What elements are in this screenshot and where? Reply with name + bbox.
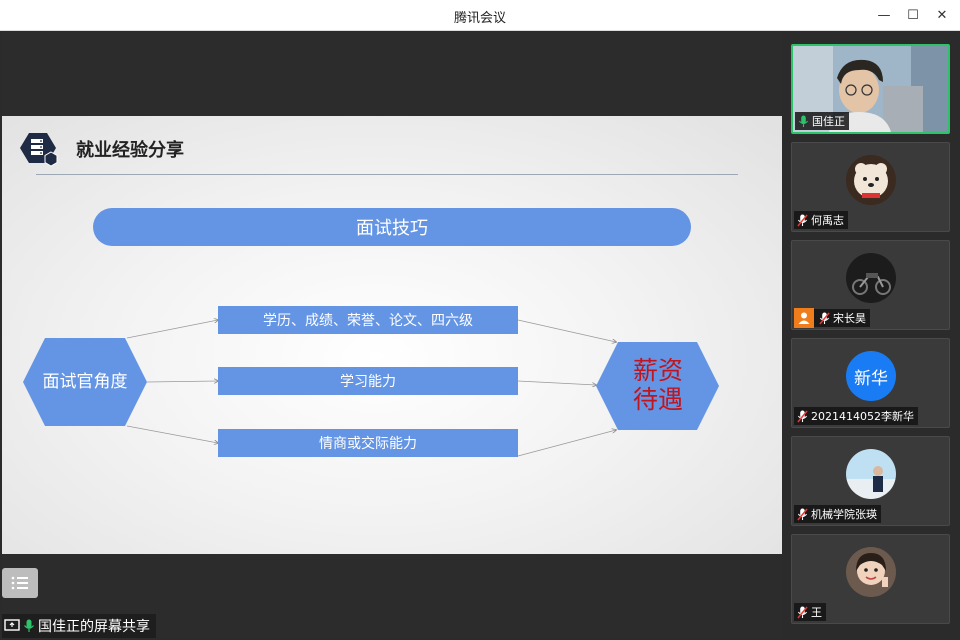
window-titlebar: 腾讯会议 — ☐ ✕ [0, 0, 960, 31]
screen-share-label-text: 国佳正的屏幕共享 [38, 619, 150, 635]
participant-name: 国佳正 [812, 115, 845, 128]
item-text-1: 学历、成绩、荣誉、论文、四六级 [263, 313, 473, 329]
participant-tile[interactable]: 王 [791, 534, 950, 624]
participant-name-tag: 2021414052李新华 [794, 407, 918, 425]
participant-tile[interactable]: 新华 2021414052李新华 [791, 338, 950, 428]
item-text-3: 情商或交际能力 [319, 436, 417, 452]
avatar [846, 547, 896, 597]
item-box-1: 学历、成绩、荣誉、论文、四六级 [218, 306, 518, 334]
mic-muted-icon [797, 508, 808, 520]
participant-tile[interactable]: 国佳正 [791, 44, 950, 134]
participant-tile[interactable]: 机械学院张瑛 [791, 436, 950, 526]
avatar [846, 155, 896, 205]
participant-name: 何禹志 [811, 214, 844, 227]
mic-on-icon [798, 115, 809, 127]
item-box-3: 情商或交际能力 [218, 429, 518, 457]
avatar [846, 253, 896, 303]
participant-tile[interactable]: 宋长昊 [791, 240, 950, 330]
screen-share-area[interactable]: 就业经验分享 面试技巧 面试官角度 学历、成绩、荣誉、论文、四六级 学习能力 情… [2, 32, 782, 638]
pill-heading: 面试技巧 [93, 208, 691, 246]
right-hexagon-line-1: 薪资 [632, 356, 683, 386]
maximize-button[interactable]: ☐ [900, 4, 926, 26]
mic-muted-icon [797, 410, 808, 422]
participant-name-tag: 王 [794, 603, 826, 621]
right-hexagon-line-2: 待遇 [632, 385, 683, 414]
participant-name: 宋长昊 [833, 312, 866, 325]
avatar [846, 449, 896, 499]
presentation-slide: 就业经验分享 面试技巧 面试官角度 学历、成绩、荣誉、论文、四六级 学习能力 情… [2, 116, 782, 598]
participant-name-tag: 机械学院张瑛 [794, 505, 881, 523]
person-icon [798, 312, 810, 324]
mic-on-icon [24, 619, 34, 632]
left-hexagon-text: 面试官角度 [42, 371, 128, 392]
participant-name: 2021414052李新华 [811, 410, 914, 423]
host-badge [794, 308, 814, 328]
participants-panel[interactable]: 国佳正 何禹志 宋长昊 新华 2021414052李新华 机械学院张瑛 王 [782, 32, 960, 640]
avatar: 新华 [846, 351, 896, 401]
item-text-2: 学习能力 [340, 374, 396, 390]
screen-share-label: 国佳正的屏幕共享 [2, 614, 156, 638]
connector-arrows [126, 116, 782, 457]
slide-title: 就业经验分享 [76, 140, 184, 161]
participant-name-tag: 国佳正 [795, 112, 849, 130]
server-icon [20, 133, 58, 167]
title-divider [36, 174, 738, 175]
participant-name: 王 [811, 606, 822, 619]
pill-heading-text: 面试技巧 [356, 218, 428, 239]
right-hexagon-text: 薪资 待遇 [616, 342, 700, 430]
participant-tile[interactable]: 何禹志 [791, 142, 950, 232]
close-button[interactable]: ✕ [929, 4, 955, 26]
screen-share-icon [4, 619, 20, 631]
item-box-2: 学习能力 [218, 367, 518, 395]
avatar-initials: 新华 [854, 368, 888, 389]
list-icon [11, 576, 28, 590]
mic-muted-icon [797, 214, 808, 226]
minimize-button[interactable]: — [871, 4, 897, 26]
slide-list-button[interactable] [2, 568, 38, 598]
window-title: 腾讯会议 [453, 11, 506, 26]
participant-name-tag: 何禹志 [794, 211, 848, 229]
participant-name-tag: 宋长昊 [794, 308, 870, 328]
mic-muted-icon [797, 606, 808, 618]
participant-name: 机械学院张瑛 [811, 508, 877, 521]
mic-muted-icon [819, 312, 830, 324]
